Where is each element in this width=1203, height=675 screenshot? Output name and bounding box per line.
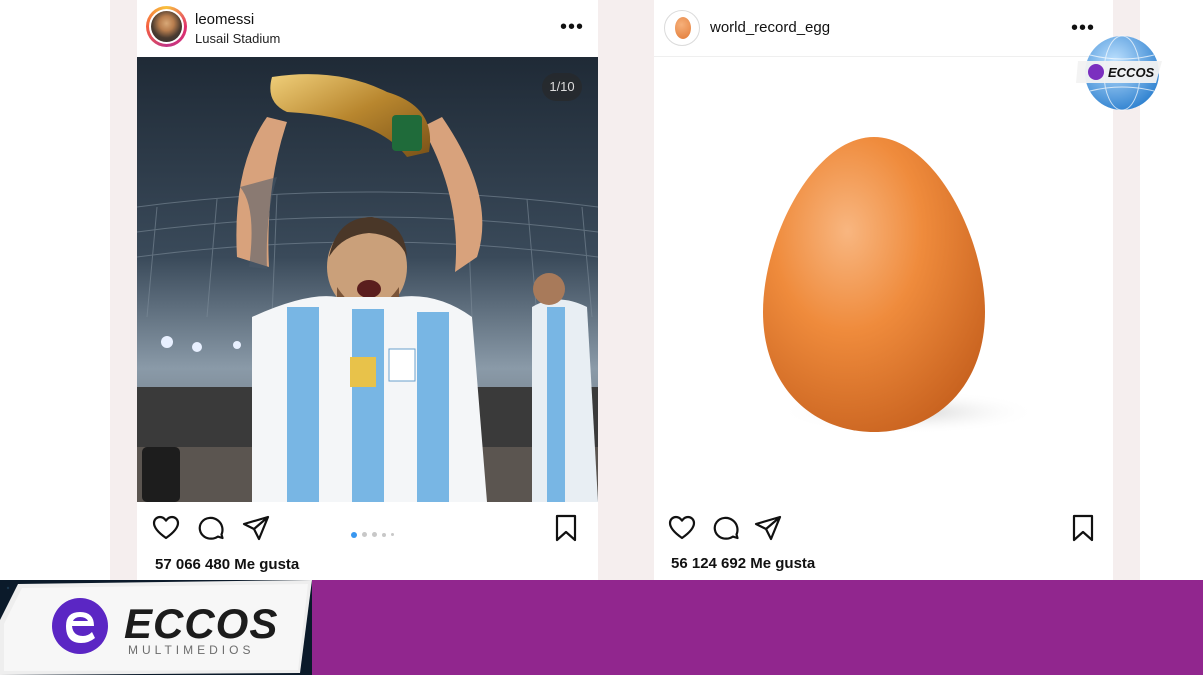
- left-gutter: [110, 0, 137, 580]
- profile-avatar[interactable]: [664, 10, 700, 46]
- post-header: world_record_egg •••: [654, 0, 1113, 57]
- carousel-indicator: [351, 526, 399, 538]
- carousel-dot: [382, 532, 386, 537]
- post-actions: [654, 507, 1113, 547]
- globe-logo: ECCOS: [1076, 33, 1164, 113]
- comment-icon[interactable]: [196, 513, 226, 543]
- carousel-dot: [351, 531, 357, 538]
- profile-avatar[interactable]: [146, 6, 187, 47]
- middle-gutter: [598, 0, 654, 580]
- eccos-brand-name: ECCOS: [124, 600, 279, 647]
- post-username[interactable]: leomessi: [195, 11, 254, 28]
- screenshot-stage: leomessi Lusail Stadium ••• 1/10 57 066 …: [0, 0, 1203, 675]
- heart-icon[interactable]: [151, 513, 181, 543]
- post-actions: [137, 507, 598, 547]
- instagram-post-egg: world_record_egg ••• 56 124 692 Me gusta: [654, 0, 1113, 580]
- bookmark-icon[interactable]: [1068, 513, 1098, 543]
- more-icon[interactable]: •••: [560, 17, 584, 37]
- post-username[interactable]: world_record_egg: [710, 19, 830, 36]
- instagram-post-messi: leomessi Lusail Stadium ••• 1/10 57 066 …: [137, 0, 598, 580]
- carousel-dot: [391, 533, 394, 537]
- likes-count[interactable]: 56 124 692 Me gusta: [671, 555, 815, 572]
- comment-icon[interactable]: [711, 513, 741, 543]
- heart-icon[interactable]: [667, 513, 697, 543]
- eccos-brand-sub: MULTIMEDIOS: [128, 643, 255, 657]
- image-counter: 1/10: [542, 73, 582, 101]
- share-icon[interactable]: [753, 513, 783, 543]
- carousel-dot: [362, 532, 367, 538]
- more-icon[interactable]: •••: [1071, 18, 1095, 38]
- post-photo: [654, 57, 1113, 502]
- world-record-egg-photo: [763, 137, 1039, 434]
- post-location[interactable]: Lusail Stadium: [195, 31, 280, 46]
- share-icon[interactable]: [241, 513, 271, 543]
- bookmark-icon[interactable]: [551, 513, 581, 543]
- likes-count[interactable]: 57 066 480 Me gusta: [155, 556, 299, 573]
- post-photo: 1/10: [137, 57, 598, 502]
- post-header: leomessi Lusail Stadium •••: [137, 0, 598, 57]
- globe-brand-text: ECCOS: [1108, 65, 1155, 80]
- messi-trophy-photo: [137, 57, 598, 502]
- carousel-dot: [372, 532, 377, 538]
